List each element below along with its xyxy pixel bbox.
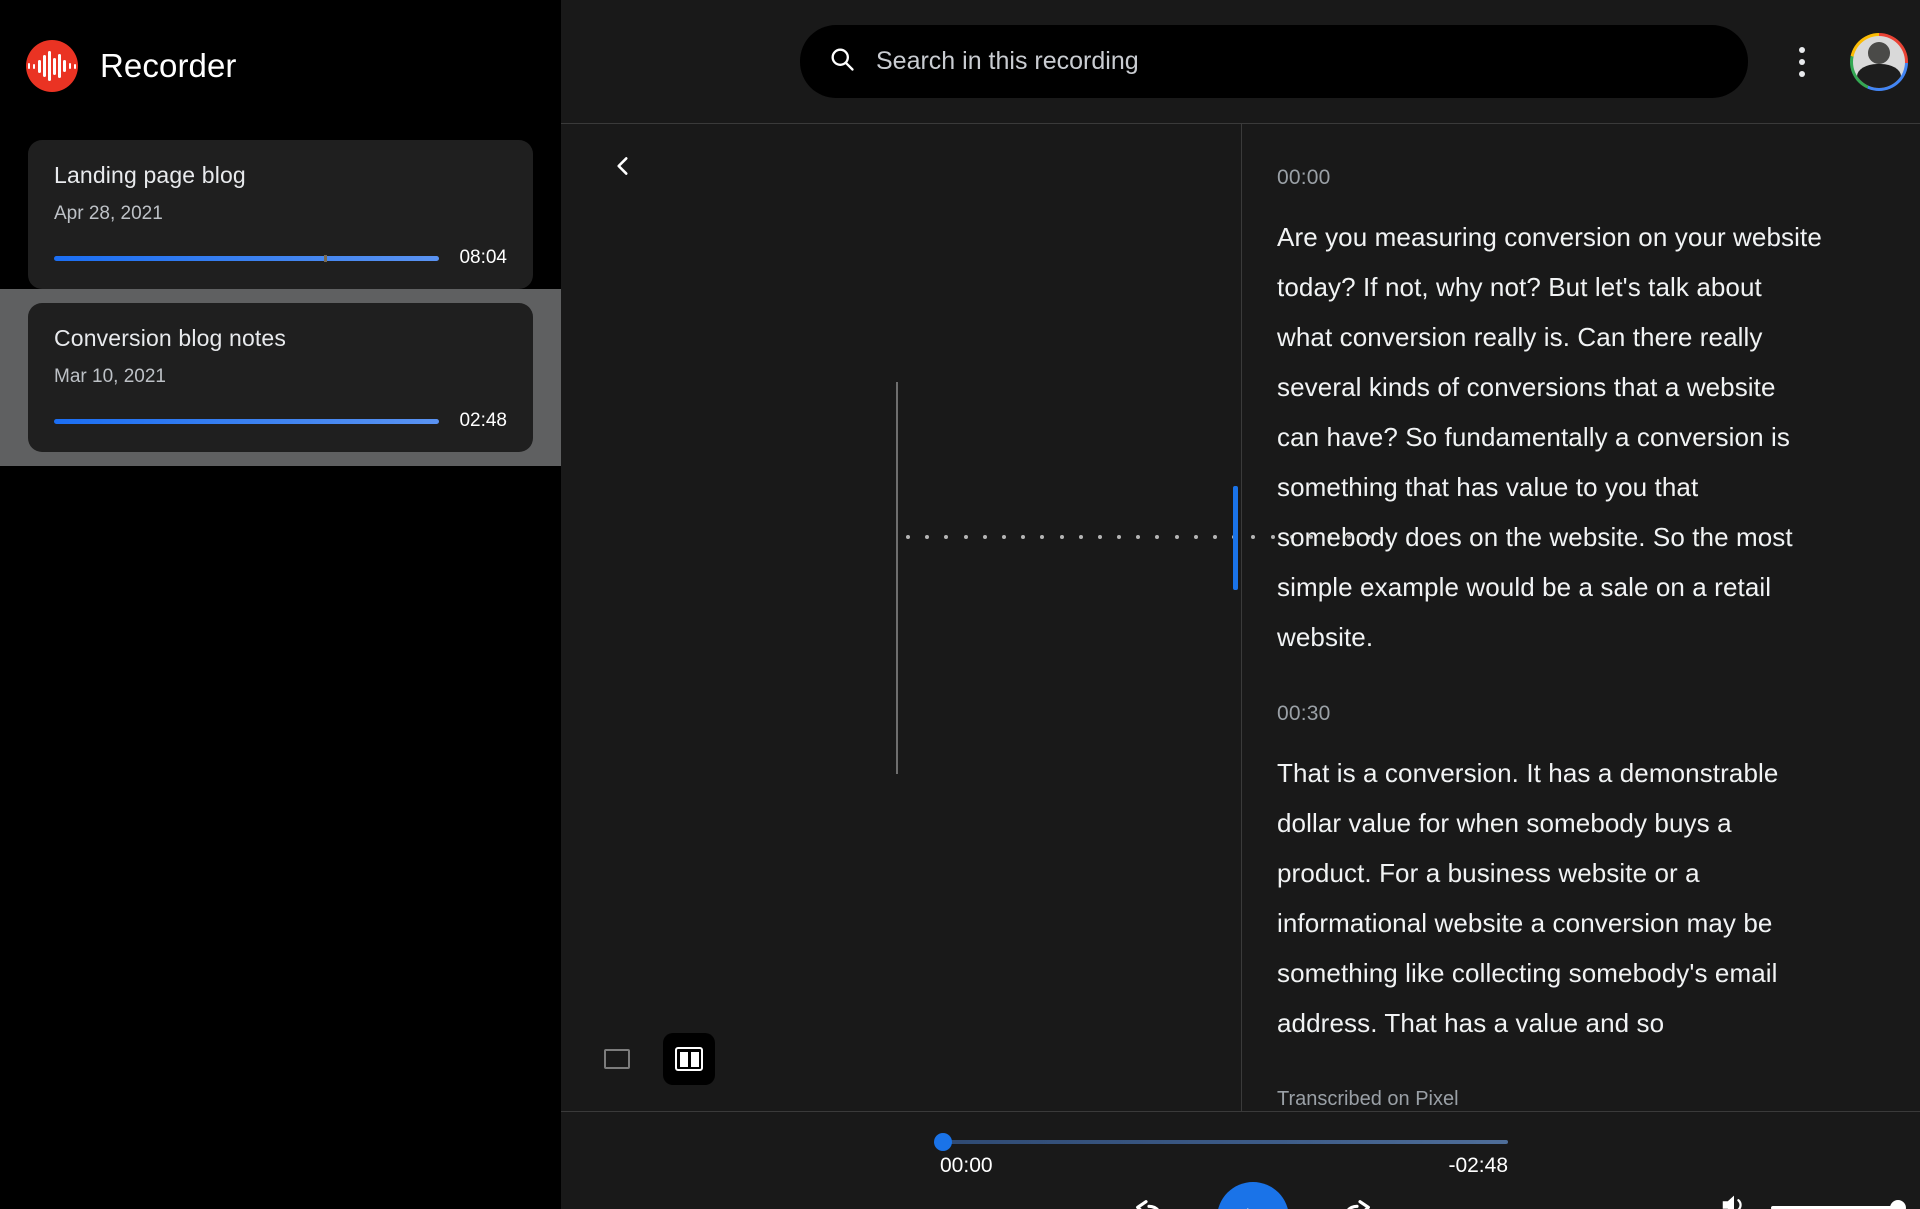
waveform-pane — [561, 124, 1390, 1111]
recording-slot-1: Conversion blog notes Mar 10, 2021 02:48 — [0, 289, 561, 466]
recorder-app: Recorder Landing page blog Apr 28, 2021 … — [0, 0, 1920, 1209]
chevron-left-icon[interactable] — [601, 144, 645, 188]
seek-thumb[interactable] — [934, 1133, 952, 1151]
recording-date: Mar 10, 2021 — [54, 366, 166, 387]
seek-track[interactable] — [934, 1133, 1508, 1151]
volume-slider[interactable] — [1771, 1199, 1906, 1209]
waveform-logo-icon — [26, 40, 78, 92]
top-bar — [561, 0, 1920, 123]
waveform-playhead[interactable] — [1233, 486, 1238, 590]
recording-list: Landing page blog Apr 28, 2021 08:04 Con… — [0, 100, 561, 466]
app-title: Recorder — [100, 47, 237, 84]
single-pane-icon[interactable] — [591, 1033, 643, 1085]
recording-footer: 08:04 — [54, 247, 507, 269]
transcript-footnote: Transcribed on Pixel — [1277, 1088, 1459, 1110]
search-icon — [828, 45, 856, 78]
current-time-label: 00:00 — [940, 1154, 993, 1177]
split-pane-icon[interactable] — [663, 1033, 715, 1085]
transcript-timestamp[interactable]: 00:00 — [1277, 166, 1824, 190]
view-toggle-group — [591, 1033, 715, 1085]
avatar-image — [1853, 35, 1905, 88]
replay-5-icon[interactable]: 5 — [1121, 1190, 1177, 1209]
recording-card-conversion-blog-notes[interactable]: Conversion blog notes Mar 10, 2021 02:48 — [28, 303, 533, 452]
recording-title: Landing page blog — [54, 162, 246, 188]
recording-title: Conversion blog notes — [54, 325, 287, 351]
recording-progress-marker — [323, 254, 327, 262]
seek-bar[interactable]: 00:00 -02:48 — [934, 1133, 1508, 1178]
transport-controls: 5 10 — [561, 1182, 1920, 1209]
play-icon — [1246, 1208, 1249, 1209]
recording-progress-bar[interactable] — [54, 254, 440, 262]
search-bar[interactable] — [800, 25, 1748, 98]
transcript-timestamp[interactable]: 00:30 — [1277, 702, 1824, 726]
main-area: 00:00 Are you measuring conversion on yo… — [561, 0, 1920, 1209]
search-input[interactable] — [876, 47, 1720, 76]
content-split: 00:00 Are you measuring conversion on yo… — [561, 123, 1920, 1111]
transcript-paragraph: That is a conversion. It has a demonstra… — [1277, 758, 1779, 1038]
waveform-axis-line — [896, 382, 898, 774]
volume-control — [1719, 1190, 1906, 1209]
brand: Recorder — [0, 0, 561, 100]
seek-labels: 00:00 -02:48 — [940, 1154, 1508, 1178]
recording-date: Apr 28, 2021 — [54, 203, 163, 224]
waveform-canvas[interactable] — [561, 304, 1390, 844]
player-bar: 00:00 -02:48 5 — [561, 1111, 1920, 1209]
transcript-pane[interactable]: 00:00 Are you measuring conversion on yo… — [1242, 124, 1920, 1111]
transcript-paragraph: Are you measuring conversion on your web… — [1277, 222, 1822, 652]
recording-progress-bar[interactable] — [54, 418, 440, 424]
more-vert-icon[interactable] — [1776, 36, 1828, 88]
recording-slot-0: Landing page blog Apr 28, 2021 08:04 — [0, 140, 561, 289]
forward-10-icon[interactable]: 10 — [1329, 1190, 1385, 1209]
remaining-time-label: -02:48 — [1448, 1154, 1508, 1177]
sidebar: Recorder Landing page blog Apr 28, 2021 … — [0, 0, 561, 1209]
play-button[interactable] — [1216, 1182, 1289, 1209]
volume-up-icon[interactable] — [1719, 1190, 1749, 1209]
recording-duration: 02:48 — [459, 410, 507, 431]
account-avatar[interactable] — [1850, 32, 1908, 91]
recording-card-landing-page-blog[interactable]: Landing page blog Apr 28, 2021 08:04 — [28, 140, 533, 289]
recording-duration: 08:04 — [459, 247, 507, 268]
recording-footer: 02:48 — [54, 410, 507, 432]
